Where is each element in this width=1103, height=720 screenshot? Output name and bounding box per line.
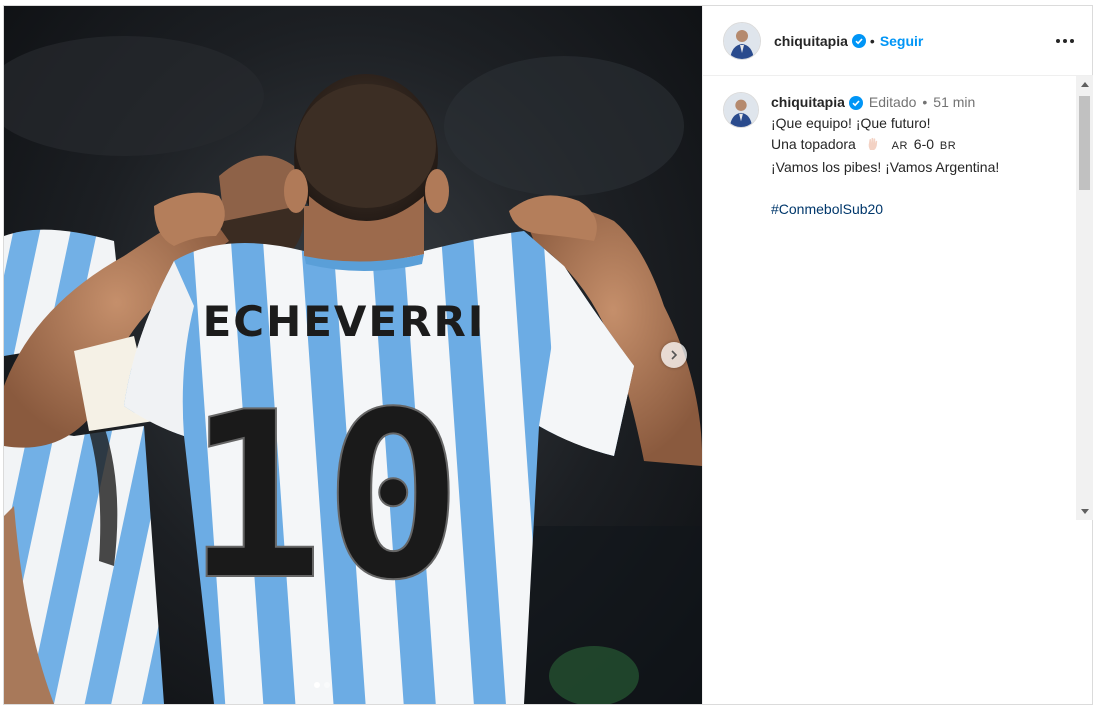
player-photo: ECHEVERRI 10 xyxy=(4,36,702,704)
post-image[interactable]: ECHEVERRI 10 xyxy=(4,6,702,704)
caption-username[interactable]: chiquitapia xyxy=(771,92,845,113)
chevron-right-icon xyxy=(671,350,678,360)
comments-area: chiquitapia Editado • 51 min ¡Que equipo… xyxy=(703,76,1093,704)
scroll-thumb[interactable] xyxy=(1079,96,1090,190)
jersey-number: 10 xyxy=(186,364,463,631)
caption-line-score: Una topadora AR 6-0 BR xyxy=(771,134,999,157)
home-team-code: AR xyxy=(891,140,908,152)
caption-line: ¡Vamos los pibes! ¡Vamos Argentina! xyxy=(771,159,1000,175)
avatar[interactable] xyxy=(723,92,759,128)
verified-badge-icon xyxy=(851,33,866,48)
scroll-down-arrow-icon[interactable] xyxy=(1076,503,1093,520)
post-time[interactable]: 51 min xyxy=(933,92,975,113)
caption-line: Una topadora xyxy=(771,136,856,152)
hand-emoji-icon xyxy=(868,137,877,150)
caption-line: ¡Que equipo! ¡Que futuro! xyxy=(771,115,931,131)
match-score: 6-0 xyxy=(913,136,935,152)
separator: • xyxy=(869,32,875,49)
carousel-dot xyxy=(324,682,330,688)
post-side-panel: chiquitapia • Seguir chiquitapia Editado… xyxy=(702,6,1093,704)
verified-badge-icon xyxy=(848,95,863,110)
post-header: chiquitapia • Seguir xyxy=(703,6,1093,76)
away-team-code: BR xyxy=(939,140,957,152)
profile-photo xyxy=(724,93,758,127)
hashtag-link[interactable]: #ConmebolSub20 xyxy=(771,199,999,220)
username-link[interactable]: chiquitapia xyxy=(774,33,848,49)
scrollbar[interactable] xyxy=(1076,76,1093,520)
carousel-dot xyxy=(314,682,320,688)
post-modal: ECHEVERRI 10 chiquitapia • Seguir chiqui… xyxy=(3,5,1093,705)
carousel-dots xyxy=(314,682,330,688)
caption-body: chiquitapia Editado • 51 min ¡Que equipo… xyxy=(771,92,999,220)
profile-photo xyxy=(724,22,760,59)
jersey-name: ECHEVERRI xyxy=(203,297,486,346)
edited-label: Editado xyxy=(868,94,917,110)
next-image-button[interactable] xyxy=(661,342,687,368)
avatar[interactable] xyxy=(723,21,761,60)
follow-button[interactable]: Seguir xyxy=(880,33,924,49)
caption: chiquitapia Editado • 51 min ¡Que equipo… xyxy=(723,92,1063,220)
scroll-up-arrow-icon[interactable] xyxy=(1076,76,1093,93)
time-separator: • xyxy=(922,94,928,110)
more-options-icon[interactable] xyxy=(1053,29,1077,53)
